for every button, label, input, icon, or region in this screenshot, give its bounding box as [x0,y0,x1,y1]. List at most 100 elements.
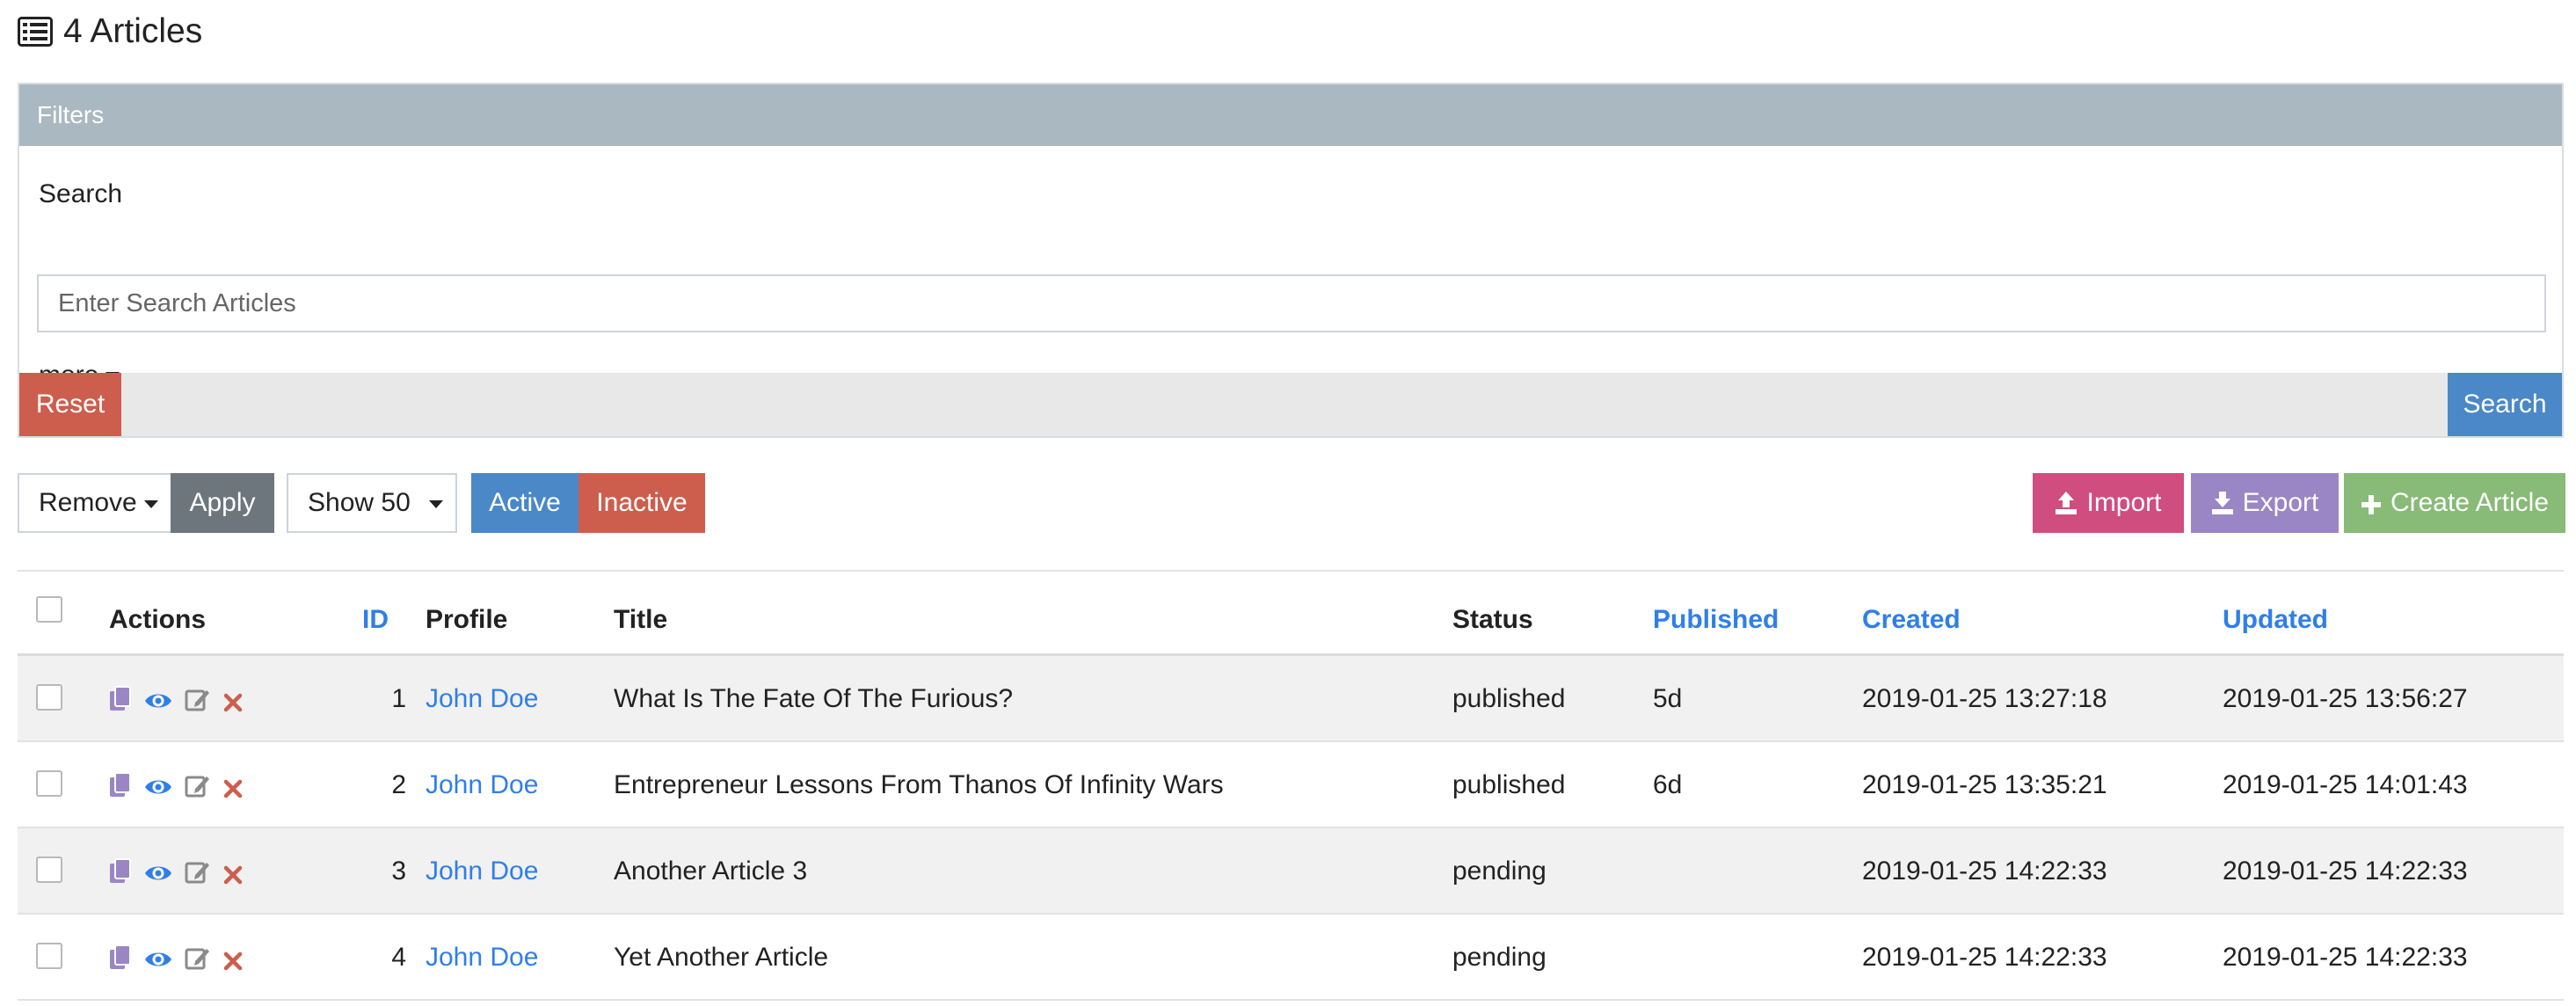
table-row: 1 John Doe What Is The Fate Of The Furio… [18,656,2564,742]
row-created: 2019-01-25 14:22:33 [1862,857,2107,886]
row-published: 5d [1653,684,1683,713]
copy-icon[interactable] [109,944,132,971]
column-header-title: Title [614,605,668,634]
row-status: published [1452,684,1566,713]
page-header: 4 Articles [18,7,202,56]
filters-body: Search more [19,146,2562,390]
row-created: 2019-01-25 13:35:21 [1862,770,2107,799]
row-profile-cell: John Doe [426,828,538,915]
search-input[interactable] [37,274,2546,332]
row-id: 1 [391,684,406,713]
row-actions [109,828,243,915]
row-title: Entrepreneur Lessons From Thanos Of Infi… [614,770,1224,799]
edit-icon[interactable] [185,944,211,971]
row-updated: 2019-01-25 14:22:33 [2223,943,2468,972]
row-created: 2019-01-25 13:27:18 [1862,684,2107,713]
column-header-created[interactable]: Created [1862,605,1961,635]
delete-icon[interactable] [223,689,243,712]
create-article-button[interactable]: Create Article [2344,473,2565,533]
delete-icon[interactable] [223,776,243,798]
copy-icon[interactable] [109,858,132,885]
search-button[interactable]: Search [2448,373,2562,436]
row-actions [109,915,243,1001]
export-button[interactable]: Export [2191,473,2339,533]
row-profile-cell: John Doe [426,742,538,828]
table-row: 2 John Doe Entrepreneur Lessons From Tha… [18,742,2564,828]
bulk-action-select[interactable]: Remove [18,473,172,533]
filters-footer: Reset Search [19,373,2562,436]
edit-icon[interactable] [185,772,211,798]
column-header-published[interactable]: Published [1653,605,1779,635]
table-row: 3 John Doe Another Article 3 pending 201… [18,828,2564,915]
reset-button[interactable]: Reset [19,373,121,436]
articles-page: 4 Articles Filters Search more Reset Sea… [0,0,2576,1006]
page-size-value: Show 50 [308,488,411,517]
copy-icon[interactable] [109,772,132,798]
table-body: 1 John Doe What Is The Fate Of The Furio… [18,656,2564,1001]
copy-icon[interactable] [109,686,132,712]
inactive-label: Inactive [596,488,688,517]
row-created: 2019-01-25 14:22:33 [1862,943,2107,972]
row-updated: 2019-01-25 13:56:27 [2223,684,2468,713]
row-status: pending [1452,943,1546,972]
filters-panel: Filters Search more Reset Search [18,83,2564,438]
filters-title: Filters [37,101,105,128]
column-header-updated[interactable]: Updated [2223,605,2328,635]
active-label: Active [489,488,561,517]
edit-icon[interactable] [185,686,211,712]
row-id: 3 [391,857,406,886]
inactive-filter-button[interactable]: Inactive [579,473,705,533]
column-header-profile: Profile [426,605,508,634]
column-header-id[interactable]: ID [362,605,389,635]
row-status: pending [1452,857,1546,886]
edit-icon[interactable] [185,858,211,885]
page-size-select[interactable]: Show 50 [287,473,457,533]
export-label: Export [2242,488,2319,517]
row-checkbox[interactable] [36,857,62,883]
profile-link[interactable]: John Doe [426,943,538,973]
apply-button[interactable]: Apply [171,473,274,533]
upload-icon [2055,491,2078,515]
profile-link[interactable]: John Doe [426,857,538,886]
delete-icon[interactable] [223,862,243,885]
articles-table: Actions ID Profile Title Status Publishe… [18,572,2564,1001]
download-icon [2211,491,2234,515]
delete-icon[interactable] [223,948,243,971]
active-filter-button[interactable]: Active [471,473,579,533]
row-actions [109,656,243,742]
create-label: Create Article [2390,488,2550,517]
apply-label: Apply [189,488,256,517]
list-alt-icon [18,17,53,47]
row-checkbox[interactable] [36,943,62,969]
eye-icon[interactable] [144,689,172,710]
table-header: Actions ID Profile Title Status Publishe… [18,572,2564,656]
eye-icon[interactable] [144,947,172,968]
row-published: 6d [1653,770,1683,799]
plus-icon [2361,492,2382,514]
eye-icon[interactable] [144,861,172,882]
row-status: published [1452,770,1566,799]
filters-header: Filters [19,84,2562,146]
import-label: Import [2086,488,2162,517]
row-checkbox[interactable] [36,770,62,797]
toolbar: Remove Apply Show 50 Active Inactive Imp… [18,473,2565,533]
select-all-checkbox[interactable] [36,596,62,623]
row-id: 4 [391,943,406,972]
row-id: 2 [391,770,406,799]
profile-link[interactable]: John Doe [426,770,538,800]
row-updated: 2019-01-25 14:01:43 [2223,770,2468,799]
table-row: 4 John Doe Yet Another Article pending 2… [18,915,2564,1001]
page-title: 4 Articles [63,12,203,50]
column-header-actions: Actions [109,605,207,634]
row-checkbox[interactable] [36,684,62,711]
import-button[interactable]: Import [2033,473,2184,533]
column-header-status: Status [1452,605,1533,634]
caret-down-icon [144,500,158,508]
profile-link[interactable]: John Doe [426,684,538,714]
bulk-action-value: Remove [39,488,137,517]
eye-icon[interactable] [144,775,172,796]
caret-down-icon [429,500,443,508]
row-title: What Is The Fate Of The Furious? [614,684,1014,713]
row-updated: 2019-01-25 14:22:33 [2223,857,2468,886]
row-profile-cell: John Doe [426,915,538,1001]
